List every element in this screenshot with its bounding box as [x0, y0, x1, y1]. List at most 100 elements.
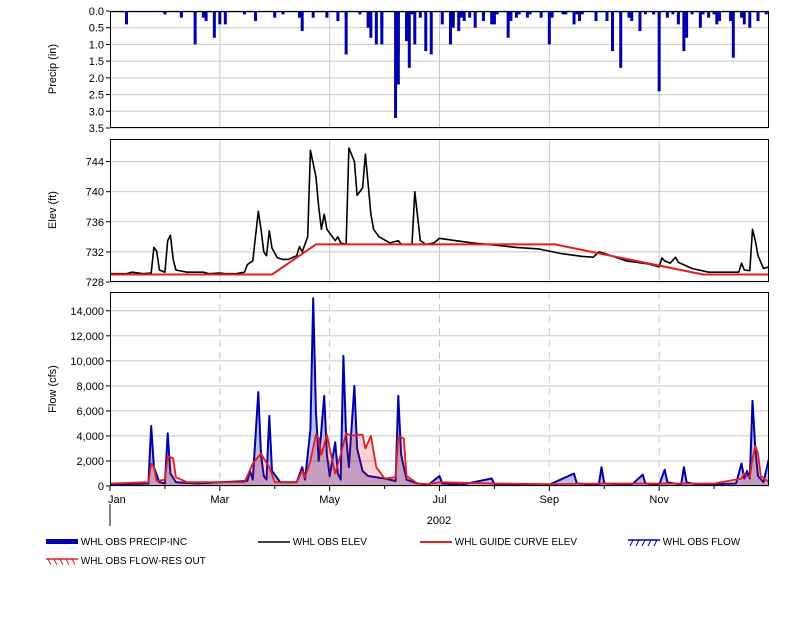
y-tick-label: 10,000 [70, 356, 104, 368]
precip-bar [440, 11, 444, 25]
precip-bar [462, 11, 466, 22]
precip-bar [605, 11, 609, 22]
y-tick-label: 736 [86, 217, 104, 229]
hydrology-chart: 0.0 0.5 1.0 1.5 2.0 2.5 3.0 3.5 728 732 736 740 744 0… [47, 6, 769, 527]
y-tick-label: 8,000 [76, 381, 104, 393]
legend-precip: WHL OBS PRECIP-INC [46, 537, 187, 548]
precip-bar [300, 11, 304, 32]
precip-bar [657, 11, 661, 92]
precip-bar [756, 11, 760, 22]
y-tick-label: 12,000 [70, 331, 104, 343]
y-tick-label: 728 [86, 277, 104, 289]
precip-bar [407, 11, 411, 68]
precip-bar [682, 11, 686, 52]
y-tick-label: 2.0 [89, 73, 104, 85]
precip-bar [610, 11, 614, 52]
precip-bar [218, 11, 222, 25]
legend-resout-swatch [46, 558, 78, 566]
precip-bar [336, 11, 340, 22]
precip-bar [223, 11, 227, 25]
precip-bar [715, 11, 719, 25]
legend-flow-swatch [628, 539, 660, 547]
precip-bar [451, 11, 455, 28]
precip-bar [748, 11, 752, 28]
x-tick-label: May [319, 494, 340, 506]
precip-bar [506, 11, 510, 38]
precip-bar [572, 11, 576, 25]
precip-bar [509, 11, 513, 22]
precip-bar [374, 11, 378, 45]
precip-bar [212, 11, 216, 38]
precip-bar [638, 11, 642, 32]
precip-bar [481, 11, 485, 22]
x-tick-label: Sep [540, 494, 560, 506]
precip-bar [578, 11, 582, 22]
precip-bar [424, 11, 428, 52]
grid-lines [110, 10, 769, 487]
y-tick-label: 744 [86, 157, 104, 169]
legend-elev-label: WHL OBS ELEV [292, 537, 367, 548]
precip-bar [547, 11, 551, 45]
x-tick-label: Nov [649, 494, 669, 506]
precip-bar [369, 11, 373, 38]
y-tick-label: 740 [86, 187, 104, 199]
y-tick-label: 0 [98, 481, 104, 493]
elev-axis-label: Elev (ft) [47, 191, 59, 229]
x-tick-label: Jan [108, 494, 126, 506]
precip-bar [429, 11, 433, 55]
precip-bar [685, 11, 689, 38]
precip-bar [448, 11, 452, 45]
precip-bar [718, 11, 722, 22]
precip-bar [742, 11, 746, 25]
y-tick-label: 2.5 [89, 90, 104, 102]
precip-bar [619, 11, 623, 68]
x-tick-label: Jul [432, 494, 446, 506]
y-tick-label: 732 [86, 247, 104, 259]
legend-precip-label: WHL OBS PRECIP-INC [80, 537, 188, 548]
y-tick-label: 3.0 [89, 106, 104, 118]
y-tick-label: 3.5 [89, 123, 104, 135]
x-tick-label: Mar [210, 494, 229, 506]
y-tick-label: 1.5 [89, 56, 104, 68]
precip-bar [473, 11, 477, 28]
x-year-label: 2002 [427, 515, 451, 527]
legend-resout: WHL OBS FLOW-RES OUT [46, 556, 206, 567]
legend-resout-label: WHL OBS FLOW-RES OUT [80, 556, 206, 567]
precip-bar [698, 11, 702, 28]
precip-bar [204, 11, 208, 22]
precip-bar [396, 11, 400, 85]
y-tick-label: 14,000 [70, 306, 104, 318]
precip-bar [413, 11, 417, 45]
precip-bar [380, 11, 384, 45]
precip-bar [394, 11, 398, 118]
legend-guide: WHL GUIDE CURVE ELEV [420, 537, 577, 548]
precip-bar [124, 11, 128, 25]
y-tick-label: 2,000 [76, 456, 104, 468]
legend-flow: WHL OBS FLOW [628, 537, 740, 548]
precip-bar [490, 11, 494, 25]
y-tick-label: 4,000 [76, 431, 104, 443]
precip-bar [594, 11, 598, 22]
precip-bar [405, 11, 409, 42]
precip-bar [366, 11, 370, 28]
precip-bar [492, 11, 496, 25]
legend-elev: WHL OBS ELEV [258, 537, 367, 548]
legend-elev-swatch [258, 541, 290, 544]
legend-guide-label: WHL GUIDE CURVE ELEV [454, 537, 578, 548]
legend-precip-swatch [46, 539, 78, 545]
precip-bar [729, 11, 733, 22]
legend-guide-swatch [420, 541, 452, 544]
legend-flow-label: WHL OBS FLOW [662, 537, 741, 548]
precip-bar [193, 11, 197, 45]
flow-axis-label: Flow (cfs) [47, 365, 59, 413]
y-tick-label: 0.0 [89, 6, 104, 18]
y-tick-label: 1.0 [89, 39, 104, 51]
precip-bar [457, 11, 461, 32]
y-tick-label: 0.5 [89, 23, 104, 35]
precip-axis-label: Precip (in) [47, 44, 59, 94]
precip-bar [254, 11, 258, 22]
precip-bar [731, 11, 735, 58]
precip-bar [630, 11, 634, 22]
precip-bar [344, 11, 348, 55]
y-tick-label: 6,000 [76, 406, 104, 418]
